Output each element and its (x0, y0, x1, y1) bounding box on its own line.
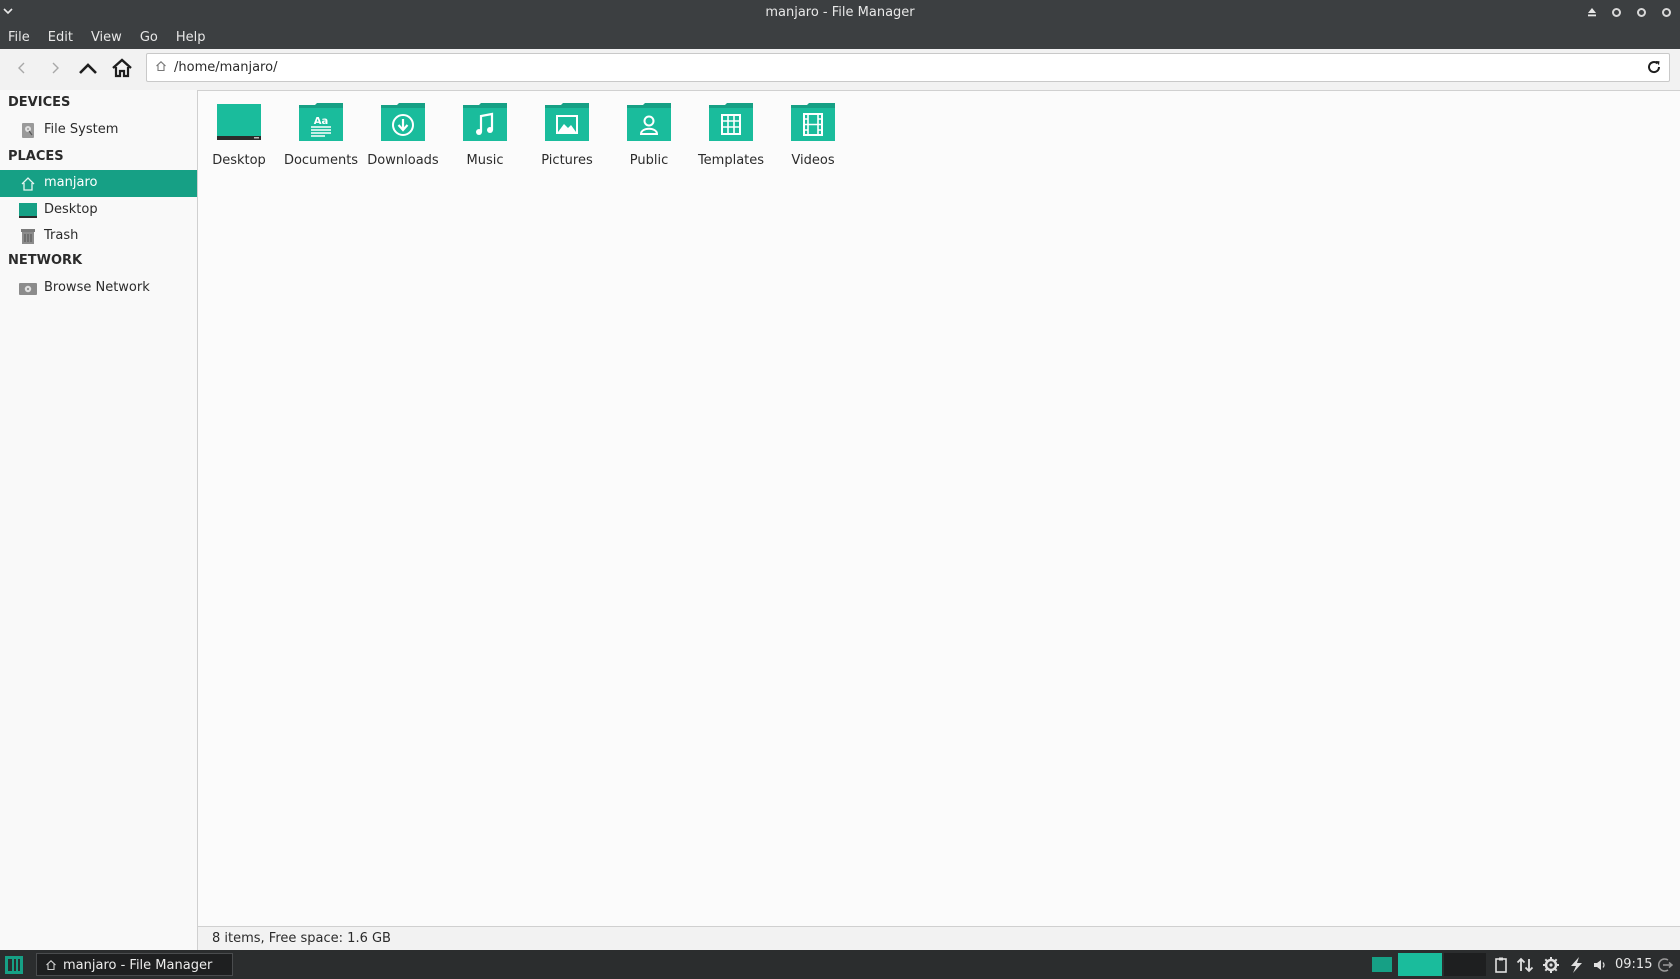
sidebar-item-label: Browse Network (44, 280, 150, 295)
statusbar: 8 items, Free space: 1.6 GB (197, 926, 1680, 950)
templates-folder-icon (709, 103, 753, 141)
sidebar-item-label: manjaro (44, 175, 98, 190)
network-drive-icon (19, 283, 37, 295)
folder-name: Documents (283, 153, 359, 168)
home-icon (21, 177, 35, 191)
home-small-icon (156, 61, 166, 72)
manjaro-menu-icon[interactable] (5, 956, 23, 974)
public-folder-icon (627, 103, 671, 141)
system-tray (1494, 956, 1608, 974)
volume-icon[interactable] (1592, 958, 1608, 972)
folder-name: Pictures (541, 153, 593, 168)
taskbar-task-file-manager[interactable]: manjaro - File Manager (36, 953, 233, 976)
folder-name: Music (466, 153, 504, 168)
folder-name: Desktop (212, 153, 266, 168)
folder-item-videos[interactable]: Videos (772, 101, 854, 168)
settings-gear-icon[interactable] (1542, 956, 1560, 974)
folder-item-documents[interactable]: Aa Documents (280, 101, 362, 168)
folder-item-downloads[interactable]: Downloads (362, 101, 444, 168)
workspace-2[interactable] (1398, 953, 1442, 976)
desktop-folder-icon (217, 104, 261, 140)
folder-item-music[interactable]: Music (444, 101, 526, 168)
menu-view[interactable]: View (91, 30, 122, 45)
reload-icon[interactable] (1646, 59, 1662, 75)
toolbar: /home/manjaro/ (0, 49, 1680, 90)
network-transfer-icon[interactable] (1516, 957, 1534, 973)
menubar: File Edit View Go Help (0, 26, 1680, 49)
sidebar-item-browse-network[interactable]: Browse Network (0, 275, 197, 302)
menu-file[interactable]: File (8, 30, 30, 45)
desktop-icon (19, 203, 37, 218)
folder-item-pictures[interactable]: Pictures (526, 101, 608, 168)
maximize-button[interactable] (1637, 7, 1646, 17)
up-button[interactable] (74, 55, 102, 81)
taskbar: manjaro - File Manager 09:15 (0, 950, 1680, 979)
home-icon (112, 58, 132, 78)
window-titlebar: manjaro - File Manager (0, 0, 1680, 26)
minimize-button[interactable] (1612, 7, 1621, 17)
status-text: 8 items, Free space: 1.6 GB (212, 931, 391, 946)
file-view[interactable]: Desktop Aa Documents Downloads Music Pic… (197, 90, 1680, 926)
sidebar-item-label: Desktop (44, 202, 98, 217)
folder-name: Downloads (367, 153, 439, 168)
downloads-folder-icon (381, 103, 425, 141)
folder-item-desktop[interactable]: Desktop (198, 101, 280, 168)
sidebar: DEVICES File System PLACES manjaro Deskt… (0, 90, 197, 950)
folder-item-templates[interactable]: Templates (690, 101, 772, 168)
path-text[interactable]: /home/manjaro/ (174, 60, 277, 75)
folder-name: Public (629, 153, 669, 168)
sidebar-header-network: NETWORK (8, 253, 83, 268)
home-button[interactable] (108, 55, 136, 81)
chevron-left-icon (18, 62, 25, 74)
sidebar-header-devices: DEVICES (8, 95, 71, 110)
window-title: manjaro - File Manager (765, 5, 915, 20)
documents-folder-icon: Aa (299, 103, 343, 141)
taskbar-task-label: manjaro - File Manager (63, 958, 213, 973)
videos-folder-icon (791, 103, 835, 141)
shade-icon[interactable] (1585, 4, 1599, 20)
sidebar-item-trash[interactable]: Trash (0, 223, 197, 250)
folder-name: Templates (697, 153, 765, 168)
sidebar-item-manjaro[interactable]: manjaro (0, 170, 197, 197)
menu-edit[interactable]: Edit (48, 30, 73, 45)
sidebar-header-places: PLACES (8, 149, 64, 164)
sidebar-item-label: File System (44, 122, 119, 137)
power-bolt-icon[interactable] (1568, 956, 1584, 974)
clipboard-icon[interactable] (1494, 957, 1508, 973)
home-small-icon (46, 960, 56, 971)
menu-help[interactable]: Help (176, 30, 206, 45)
drive-icon (22, 123, 34, 138)
chevron-up-icon (79, 63, 97, 74)
sidebar-item-label: Trash (44, 228, 79, 243)
logout-icon[interactable] (1657, 957, 1673, 973)
forward-button[interactable] (41, 55, 69, 81)
window-buttons (1585, 4, 1674, 20)
folder-item-public[interactable]: Public (608, 101, 690, 168)
music-folder-icon (463, 103, 507, 141)
workspace-3[interactable] (1444, 953, 1486, 976)
location-bar[interactable]: /home/manjaro/ (146, 53, 1670, 82)
svg-text:Aa: Aa (314, 116, 329, 127)
close-button[interactable] (1662, 7, 1671, 17)
clock[interactable]: 09:15 (1615, 957, 1652, 972)
sidebar-item-desktop[interactable]: Desktop (0, 197, 197, 224)
pictures-folder-icon (545, 103, 589, 141)
chevron-right-icon (52, 62, 59, 74)
trash-icon (21, 229, 35, 244)
back-button[interactable] (8, 55, 36, 81)
workspace-1[interactable] (1372, 957, 1392, 972)
folder-name: Videos (791, 153, 835, 168)
menu-go[interactable]: Go (140, 30, 158, 45)
sidebar-item-file-system[interactable]: File System (0, 117, 197, 144)
